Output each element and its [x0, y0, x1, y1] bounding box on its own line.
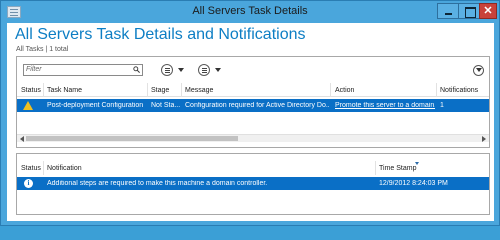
scroll-right-icon[interactable]: [482, 136, 486, 142]
search-icon[interactable]: [133, 66, 140, 73]
tasks-toolbar: Filter: [17, 57, 489, 81]
scroll-left-icon[interactable]: [20, 136, 24, 142]
column-divider[interactable]: [43, 83, 44, 97]
table-row[interactable]: i Additional steps are required to make …: [17, 177, 489, 190]
tasks-table-header: Status Task Name Stage Message Action No…: [17, 83, 489, 97]
message-cell: Configuration required for Active Direct…: [185, 102, 329, 109]
task-details-window: All Servers Task Details ✕ All Servers T…: [0, 0, 500, 226]
list-options-icon: [161, 64, 173, 76]
stage-cell: Not Sta...: [151, 102, 181, 109]
column-header-notification[interactable]: Notification: [47, 165, 82, 172]
notifications-count-cell: 1: [440, 102, 444, 109]
content-area: All Servers Task Details and Notificatio…: [7, 23, 494, 221]
column-header-time-stamp[interactable]: Time Stamp: [379, 165, 416, 172]
title-bar[interactable]: All Servers Task Details ✕: [1, 1, 499, 23]
column-header-notifications[interactable]: Notifications: [440, 87, 478, 94]
maximize-icon: [459, 4, 479, 18]
column-header-action[interactable]: Action: [335, 87, 354, 94]
task-count: All Tasks | 1 total: [16, 46, 69, 53]
column-divider[interactable]: [181, 83, 182, 97]
column-header-status[interactable]: Status: [21, 165, 41, 172]
notification-cell: Additional steps are required to make th…: [47, 180, 268, 187]
column-header-task-name[interactable]: Task Name: [47, 87, 82, 94]
column-divider[interactable]: [436, 83, 437, 97]
warning-icon: [23, 101, 33, 110]
column-header-status[interactable]: Status: [21, 87, 41, 94]
minimize-button[interactable]: [437, 3, 459, 19]
task-name-cell: Post-deployment Configuration: [47, 102, 144, 109]
maximize-button[interactable]: [458, 3, 480, 19]
chevron-down-icon[interactable]: [178, 68, 184, 72]
view-options-button[interactable]: [161, 64, 175, 76]
horizontal-scrollbar[interactable]: [17, 134, 489, 142]
column-header-stage[interactable]: Stage: [151, 87, 169, 94]
notifications-table-header: Status Notification Time Stamp: [17, 161, 489, 175]
table-row[interactable]: Post-deployment Configuration Not Sta...…: [17, 99, 489, 112]
column-divider[interactable]: [330, 83, 331, 97]
expand-collapse-icon[interactable]: [473, 65, 484, 76]
chevron-down-icon[interactable]: [215, 68, 221, 72]
column-divider[interactable]: [147, 83, 148, 97]
promote-server-link[interactable]: Promote this server to a domain...: [335, 102, 435, 109]
column-header-message[interactable]: Message: [185, 87, 213, 94]
save-query-button[interactable]: [198, 64, 212, 76]
page-title: All Servers Task Details and Notificatio…: [15, 26, 306, 43]
tasks-panel: Filter Status Task Name Stage Message Ac…: [16, 56, 490, 148]
save-options-icon: [198, 64, 210, 76]
window-title: All Servers Task Details: [192, 5, 308, 17]
scrollbar-thumb[interactable]: [26, 136, 238, 141]
minimize-icon: [438, 4, 458, 18]
close-icon: ✕: [483, 5, 493, 17]
info-icon: i: [24, 179, 33, 188]
notifications-panel: Status Notification Time Stamp i Additio…: [16, 153, 490, 215]
column-divider[interactable]: [375, 161, 376, 175]
time-stamp-cell: 12/9/2012 8:24:03 PM: [379, 180, 448, 187]
filter-input[interactable]: Filter: [23, 64, 143, 76]
close-button[interactable]: ✕: [479, 3, 497, 19]
column-divider[interactable]: [43, 161, 44, 175]
